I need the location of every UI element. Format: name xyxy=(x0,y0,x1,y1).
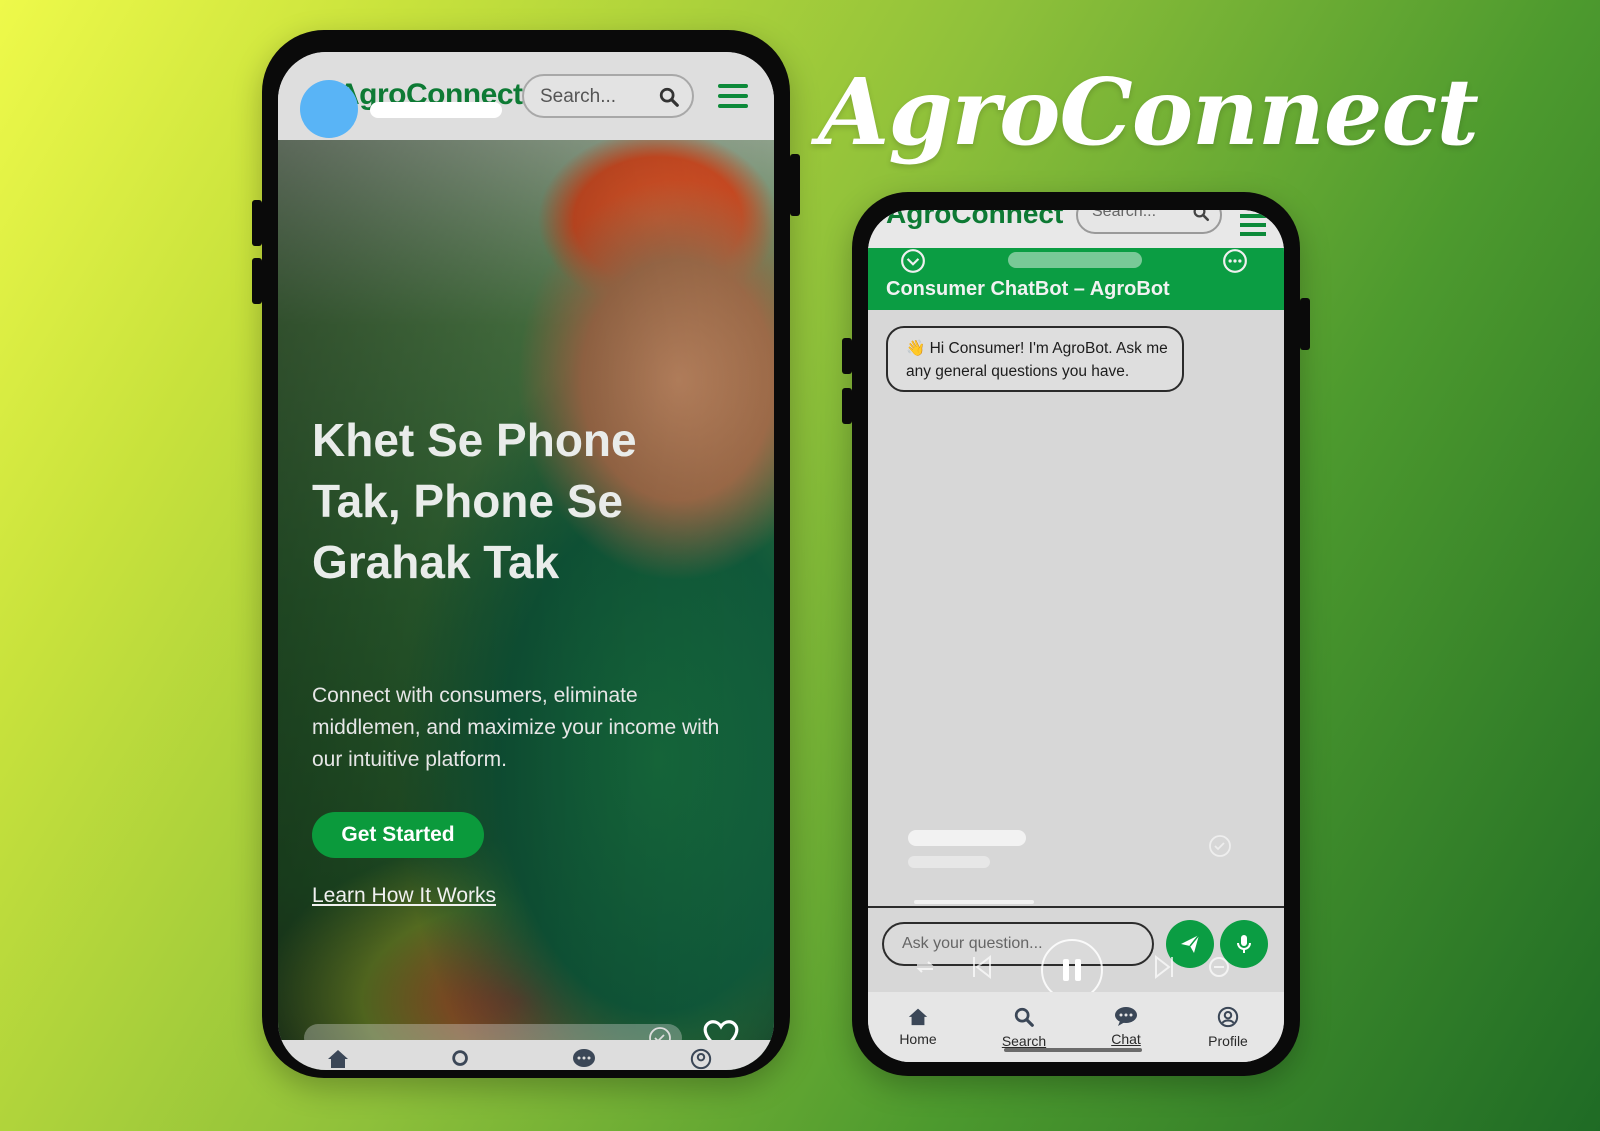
search-icon[interactable] xyxy=(450,1048,472,1070)
left-app-header: AgroConnect Search... xyxy=(278,52,774,140)
menu-icon[interactable] xyxy=(718,84,748,114)
chat-icon[interactable] xyxy=(572,1048,596,1070)
repeat-icon[interactable] xyxy=(914,958,936,981)
progress-placeholder xyxy=(914,900,1034,904)
hero-section: Khet Se Phone Tak, Phone Se Grahak Tak C… xyxy=(278,140,774,1070)
nav-label: Search xyxy=(1001,1033,1047,1049)
minus-circle-icon[interactable] xyxy=(1208,956,1230,983)
nav-home[interactable]: Home xyxy=(878,1006,958,1047)
menu-icon[interactable] xyxy=(1240,214,1266,241)
right-screen: AgroConnect Search... Consumer ChatBot –… xyxy=(868,210,1284,1062)
volume-up-button xyxy=(842,338,852,374)
brand-title: AgroConnect xyxy=(818,58,1479,166)
notification-placeholder xyxy=(908,830,1026,846)
check-circle-icon xyxy=(1208,834,1232,863)
nav-profile[interactable]: Profile xyxy=(1188,1006,1268,1049)
search-icon xyxy=(1014,1007,1034,1027)
nav-search[interactable]: Search xyxy=(984,1006,1064,1049)
power-button xyxy=(790,154,800,216)
volume-down-button xyxy=(842,388,852,424)
divider xyxy=(868,906,1284,908)
phone-left: AgroConnect Search... Khet Se Phone Tak,… xyxy=(252,30,800,1078)
nav-active-indicator xyxy=(1004,1048,1142,1052)
learn-how-link[interactable]: Learn How It Works xyxy=(312,884,496,908)
chat-title: Consumer ChatBot – AgroBot xyxy=(886,278,1170,300)
right-app-header: AgroConnect Search... xyxy=(868,210,1284,248)
previous-icon[interactable] xyxy=(970,954,994,985)
home-icon[interactable] xyxy=(326,1048,350,1070)
notification-placeholder xyxy=(908,856,990,868)
nav-label: Profile xyxy=(1208,1033,1248,1049)
nav-label: Home xyxy=(899,1031,937,1047)
hero-title: Khet Se Phone Tak, Phone Se Grahak Tak xyxy=(312,414,637,588)
search-icon[interactable] xyxy=(658,86,680,113)
volume-down-button xyxy=(252,258,262,304)
next-icon[interactable] xyxy=(1152,954,1176,985)
volume-up-button xyxy=(252,200,262,246)
chat-icon xyxy=(1115,1007,1137,1026)
nav-chat[interactable]: Chat xyxy=(1086,1006,1166,1047)
chevron-down-icon[interactable] xyxy=(900,248,926,279)
left-bottom-nav xyxy=(278,1040,774,1070)
chat-header: Consumer ChatBot – AgroBot xyxy=(868,248,1284,310)
bottom-nav: Home Search Chat Profile xyxy=(868,992,1284,1062)
get-started-button[interactable]: Get Started xyxy=(312,812,484,858)
search-placeholder: Search... xyxy=(1092,210,1157,220)
power-button xyxy=(1300,298,1310,350)
search-icon[interactable] xyxy=(1192,210,1210,227)
phone-right: AgroConnect Search... Consumer ChatBot –… xyxy=(842,192,1310,1076)
nav-label: Chat xyxy=(1111,1031,1141,1047)
app-logo[interactable]: AgroConnect xyxy=(886,210,1063,230)
hero-subtitle: Connect with consumers, eliminate middle… xyxy=(312,684,720,771)
left-screen: AgroConnect Search... Khet Se Phone Tak,… xyxy=(278,52,774,1070)
search-input[interactable]: Search... xyxy=(1076,210,1222,234)
search-input[interactable]: Search... xyxy=(522,74,694,118)
touch-indicator xyxy=(300,80,358,138)
home-icon xyxy=(908,1008,928,1026)
more-options-icon[interactable] xyxy=(1222,248,1248,279)
profile-icon[interactable] xyxy=(690,1048,712,1070)
bot-message: 👋 Hi Consumer! I'm AgroBot. Ask me any g… xyxy=(886,326,1184,392)
drag-handle[interactable] xyxy=(1008,252,1142,268)
logo-mask xyxy=(370,102,502,118)
profile-icon xyxy=(1217,1006,1239,1028)
search-placeholder: Search... xyxy=(540,86,617,107)
